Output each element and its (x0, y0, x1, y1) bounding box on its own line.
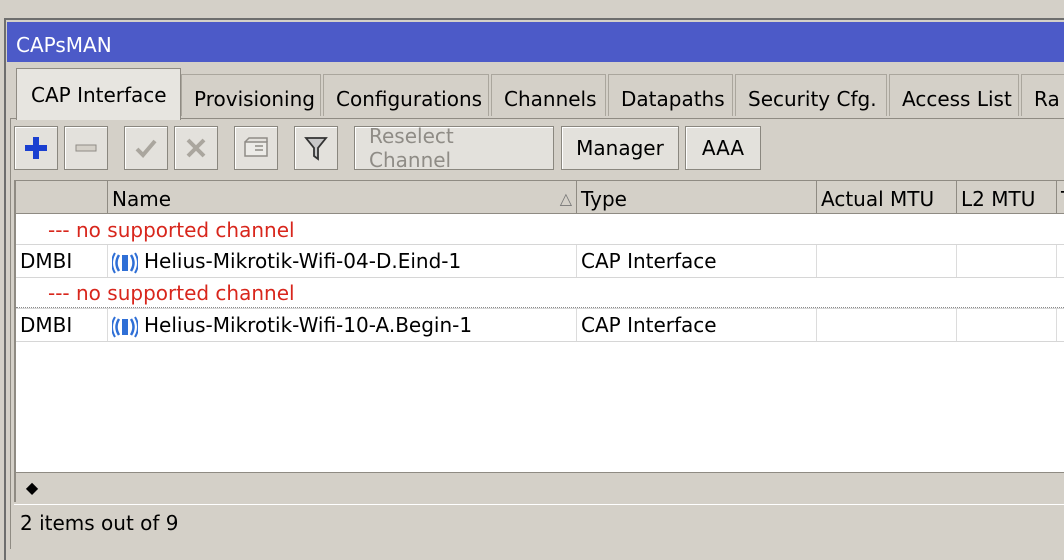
row-name-cell: Helius-Mikrotik-Wifi-04-D.Eind-1 (108, 245, 577, 277)
filter-icon (304, 137, 328, 161)
wireless-interface-icon (112, 315, 138, 338)
tab-provisioning[interactable]: Provisioning (181, 74, 321, 116)
column-type[interactable]: Type (577, 181, 817, 213)
table-row-comment[interactable]: --- no supported channel (16, 277, 1064, 308)
wireless-interface-icon (112, 251, 138, 274)
minus-icon (75, 144, 97, 152)
row-l2-mtu (957, 309, 1057, 341)
tab-rates[interactable]: Ra (1021, 74, 1064, 116)
row-l2-mtu (957, 245, 1057, 277)
row-actual-mtu (817, 309, 957, 341)
sort-ascending-icon: △ (559, 189, 572, 208)
comment-icon (244, 137, 268, 157)
tab-datapaths[interactable]: Datapaths (608, 74, 733, 116)
table-row[interactable]: DMBI Helius-Mikrotik-Wifi-04-D.Eind-1 CA… (16, 244, 1064, 278)
tab-cap-interface[interactable]: CAP Interface (16, 68, 181, 120)
tab-configurations[interactable]: Configurations (323, 74, 489, 116)
column-name-label: Name (112, 187, 172, 211)
add-button[interactable] (14, 126, 58, 170)
interface-table: Name △ Type Actual MTU L2 MTU T --- no s… (14, 180, 1064, 472)
scroll-left-button[interactable]: ◆ (18, 475, 46, 499)
tab-security-cfg[interactable]: Security Cfg. (735, 74, 887, 116)
filter-button[interactable] (294, 126, 338, 170)
status-bar: 2 items out of 9 (14, 504, 1064, 542)
plus-icon (25, 137, 47, 159)
aaa-button[interactable]: AAA (685, 126, 761, 170)
enable-button[interactable] (124, 126, 168, 170)
manager-button[interactable]: Manager (561, 126, 679, 170)
row-type: CAP Interface (577, 309, 817, 341)
tab-bar: CAP Interface Provisioning Configuration… (0, 66, 1064, 120)
tab-access-list[interactable]: Access List (889, 74, 1019, 116)
table-row-comment[interactable]: --- no supported channel (16, 214, 1064, 246)
column-flags[interactable] (16, 181, 108, 213)
row-name: Helius-Mikrotik-Wifi-04-D.Eind-1 (144, 249, 462, 273)
arrow-left-icon: ◆ (25, 477, 39, 497)
row-comment-text: --- no supported channel (48, 218, 295, 242)
item-count: 2 items out of 9 (20, 511, 179, 535)
row-name-cell: Helius-Mikrotik-Wifi-10-A.Begin-1 (108, 309, 577, 341)
comment-button[interactable] (234, 126, 278, 170)
row-flags: DMBI (16, 309, 108, 341)
remove-button[interactable] (64, 126, 108, 170)
table-row[interactable]: DMBI Helius-Mikrotik-Wifi-10-A.Begin-1 C… (16, 308, 1064, 342)
column-actual-mtu[interactable]: Actual MTU (817, 181, 957, 213)
toolbar: Reselect Channel Manager AAA (0, 124, 1064, 176)
window-title: CAPsMAN (7, 22, 1064, 62)
x-icon (186, 138, 206, 158)
row-flags: DMBI (16, 245, 108, 277)
row-name: Helius-Mikrotik-Wifi-10-A.Begin-1 (144, 313, 473, 337)
row-comment-text: --- no supported channel (48, 281, 295, 305)
row-actual-mtu (817, 245, 957, 277)
table-header: Name △ Type Actual MTU L2 MTU T (16, 181, 1064, 214)
horizontal-scrollbar[interactable]: ◆ (14, 472, 1064, 502)
disable-button[interactable] (174, 126, 218, 170)
row-type: CAP Interface (577, 245, 817, 277)
check-icon (135, 139, 157, 158)
column-name[interactable]: Name △ (108, 181, 577, 213)
tab-channels[interactable]: Channels (491, 74, 606, 116)
reselect-channel-button[interactable]: Reselect Channel (354, 124, 554, 172)
column-l2-mtu[interactable]: L2 MTU (957, 181, 1057, 213)
column-tx[interactable]: T (1057, 181, 1064, 213)
